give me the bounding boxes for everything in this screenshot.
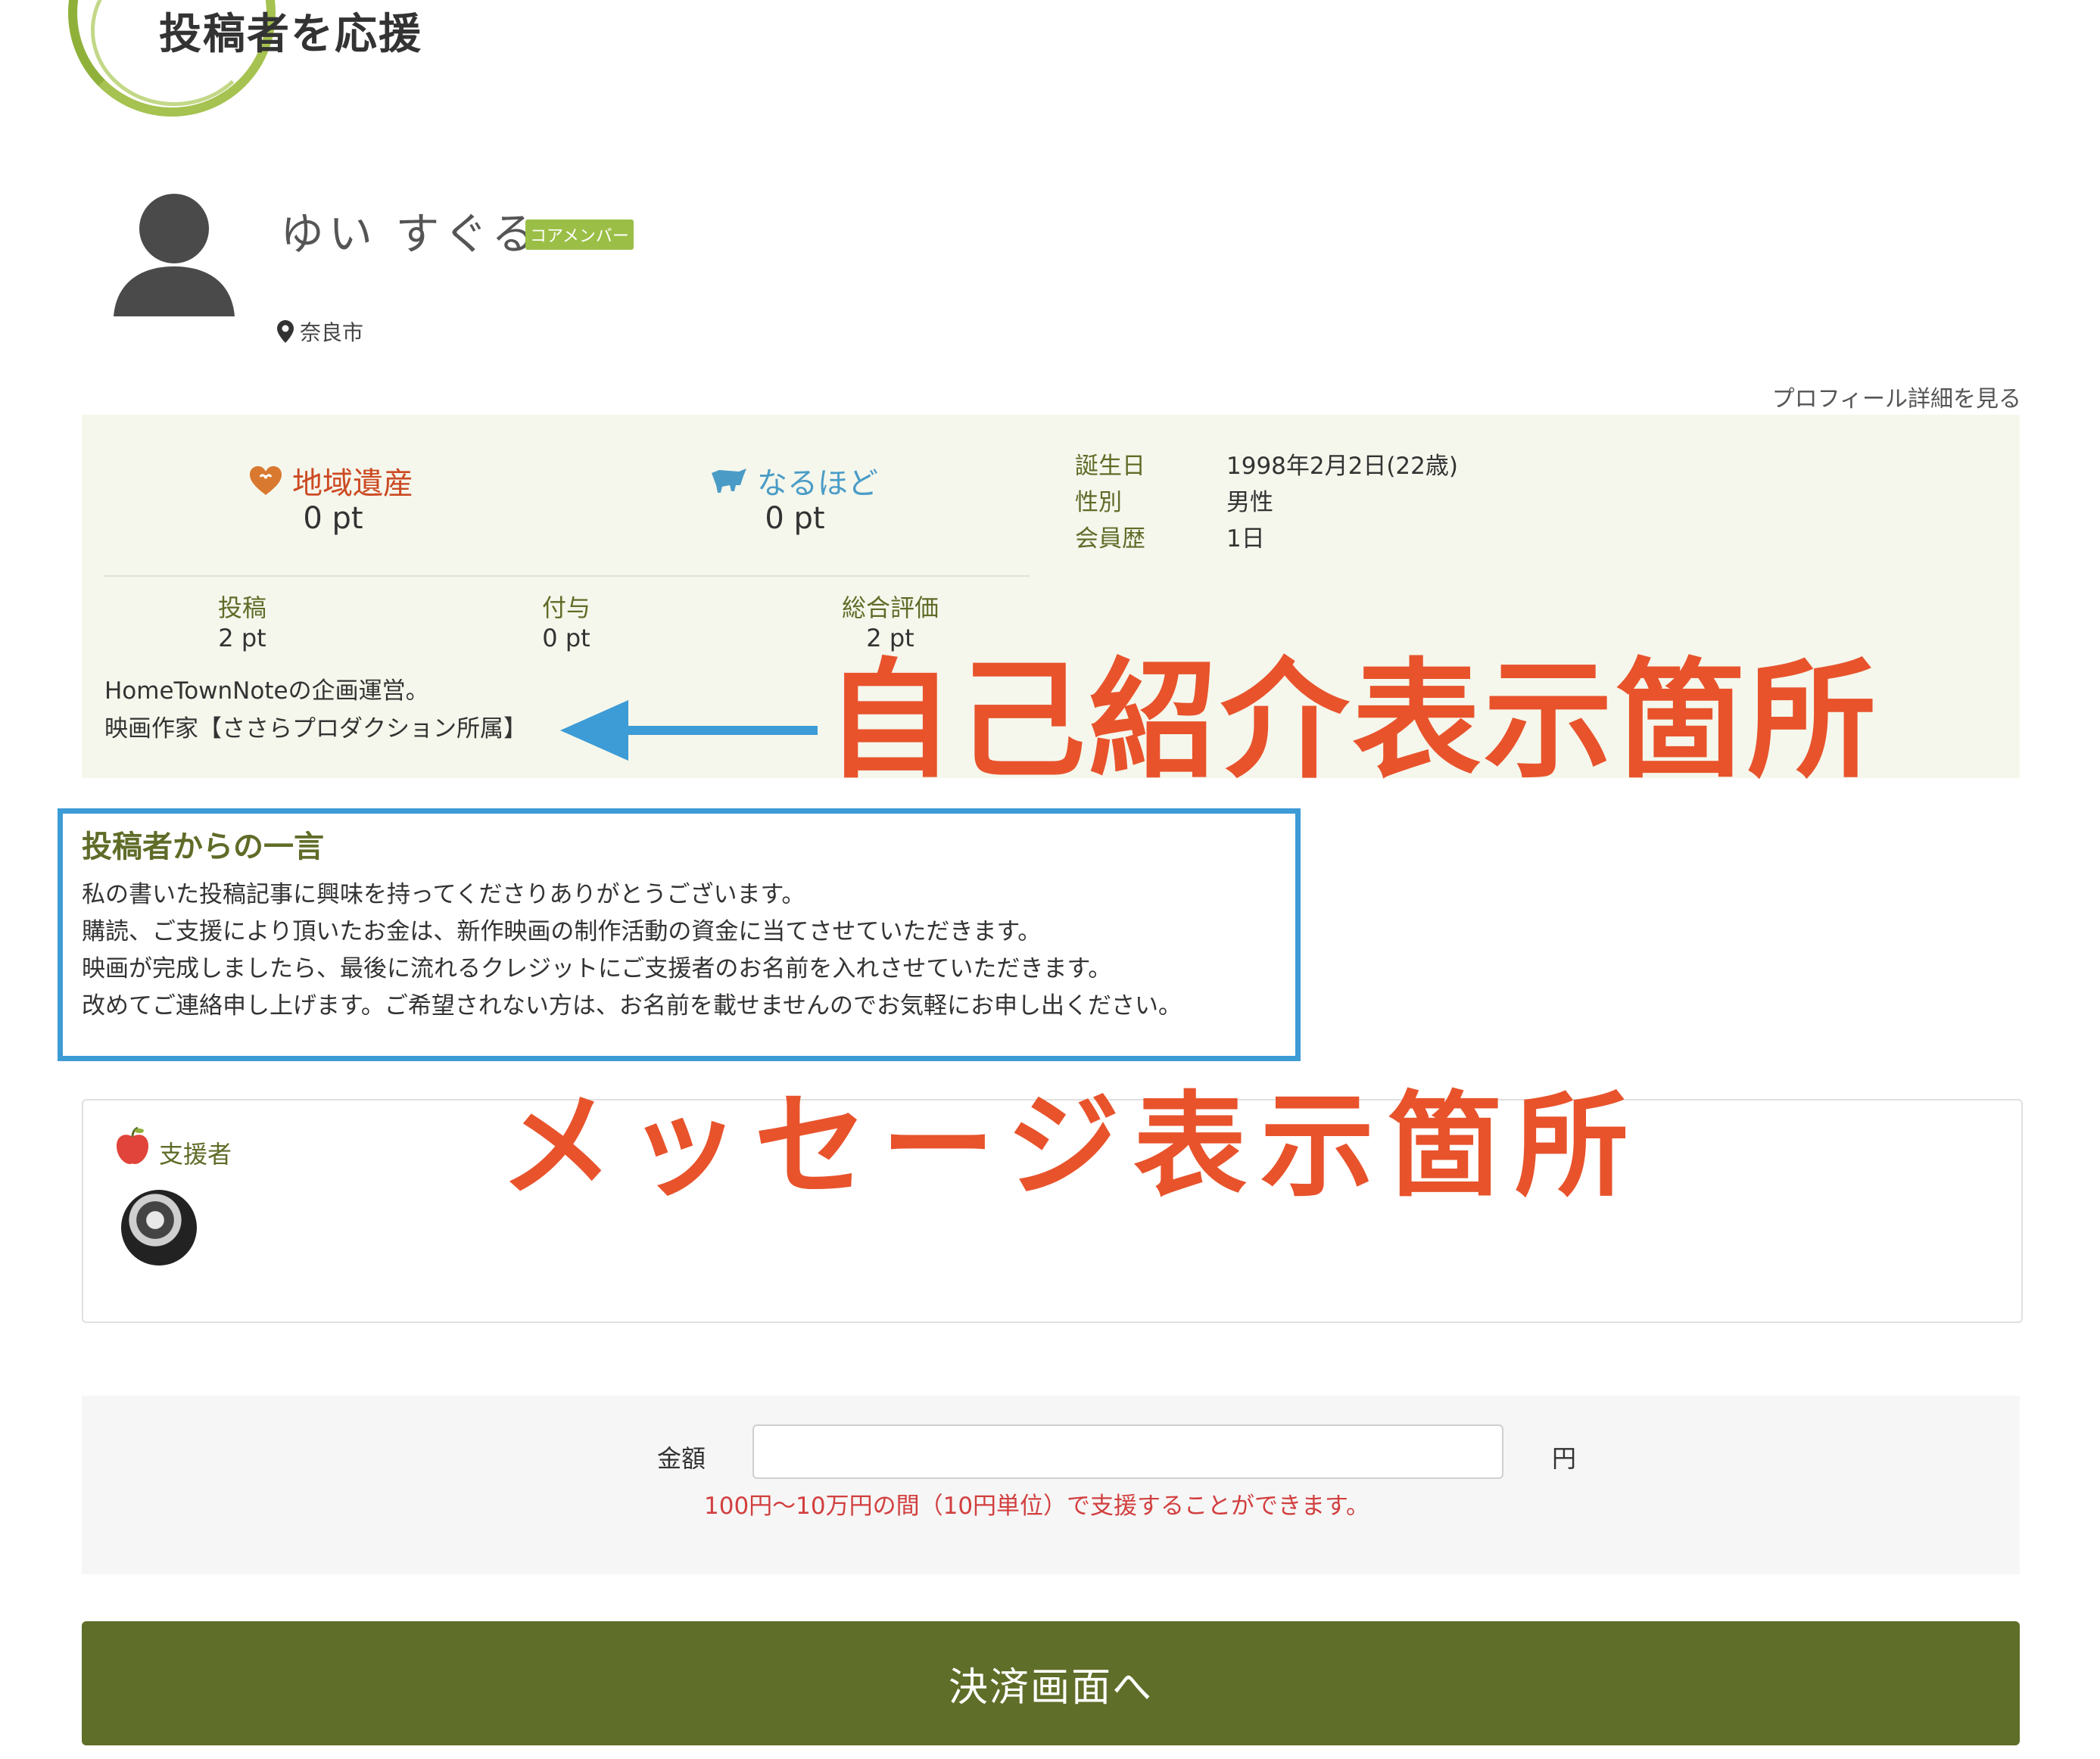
stat-label-granted: 付与: [541, 593, 590, 622]
info-label-membership: 会員歴: [1075, 525, 1145, 553]
heritage-points-label: 地域遺産: [248, 459, 413, 503]
message-line: 映画が完成しましたら、最後に流れるクレジットにご支援者のお名前を入れさせていただ…: [82, 955, 1112, 982]
payment-panel: [82, 1396, 2020, 1574]
info-label-gender: 性別: [1075, 489, 1122, 516]
annotation-intro-area: 自己紹介表示箇所: [825, 646, 1880, 796]
cow-icon: [712, 469, 746, 493]
stats-divider: [104, 575, 1030, 577]
naruhodo-label-text: なるほど: [757, 466, 878, 501]
naruhodo-points-value: 0 pt: [765, 501, 825, 536]
info-label-birthday: 誕生日: [1075, 453, 1145, 480]
naruhodo-points-label: なるほど: [709, 459, 878, 503]
profile-detail-link[interactable]: プロフィール詳細を見る: [1772, 380, 2021, 413]
supporter-avatar[interactable]: [121, 1190, 197, 1266]
self-introduction: HomeTownNoteの企画運営。 映画作家【ささらプロダクション所属】: [104, 672, 527, 748]
location-label: 奈良市: [300, 320, 364, 345]
amount-input[interactable]: [752, 1424, 1503, 1479]
amount-note: 100円〜10万円の間（10円単位）で支援することができます。: [704, 1493, 1369, 1520]
amount-label: 金額: [657, 1444, 706, 1473]
message-title: 投稿者からの一言: [82, 830, 324, 864]
profile-name: ゆい すぐる: [280, 208, 541, 260]
profile-location: 奈良市: [277, 316, 363, 347]
info-value-birthday: 1998年2月2日(22歳): [1226, 453, 1458, 480]
member-badge: コアメンバー: [525, 219, 634, 250]
heritage-label-text: 地域遺産: [292, 466, 413, 501]
bio-line: 映画作家【ささらプロダクション所属】: [104, 715, 527, 743]
stat-label-total: 総合評価: [841, 593, 939, 622]
amount-unit: 円: [1552, 1444, 1577, 1473]
stat-label-posts: 投稿: [217, 593, 266, 622]
stat-value-posts: 2 pt: [218, 624, 266, 652]
info-value-membership: 1日: [1226, 525, 1265, 553]
arrow-left-icon: [560, 700, 818, 761]
stat-value-granted: 0 pt: [542, 624, 590, 652]
proceed-to-payment-button[interactable]: 決済画面へ: [82, 1621, 2020, 1745]
map-pin-icon: [277, 320, 294, 343]
message-line: 購読、ご支援により頂いたお金は、新作映画の制作活動の資金に当てさせていただきます…: [82, 918, 1042, 945]
info-value-gender: 男性: [1226, 489, 1273, 516]
message-body: 私の書いた投稿記事に興味を持ってくださりありがとうございます。 購読、ご支援によ…: [82, 876, 1182, 1025]
supporters-label: 支援者: [159, 1140, 232, 1169]
message-line: 私の書いた投稿記事に興味を持ってくださりありがとうございます。: [82, 881, 805, 908]
heritage-points-value: 0 pt: [303, 501, 363, 536]
user-avatar-icon: [114, 194, 235, 316]
page-title: 投稿者を応援: [159, 10, 422, 59]
heart-icon: [250, 466, 282, 495]
bio-line: HomeTownNoteの企画運営。: [104, 677, 429, 705]
message-line: 改めてご連絡申し上げます。ご希望されない方は、お名前を載せませんのでお気軽にお申…: [82, 992, 1182, 1020]
apple-icon: [117, 1126, 148, 1164]
annotation-message-area: メッセージ表示箇所: [500, 1081, 1643, 1213]
